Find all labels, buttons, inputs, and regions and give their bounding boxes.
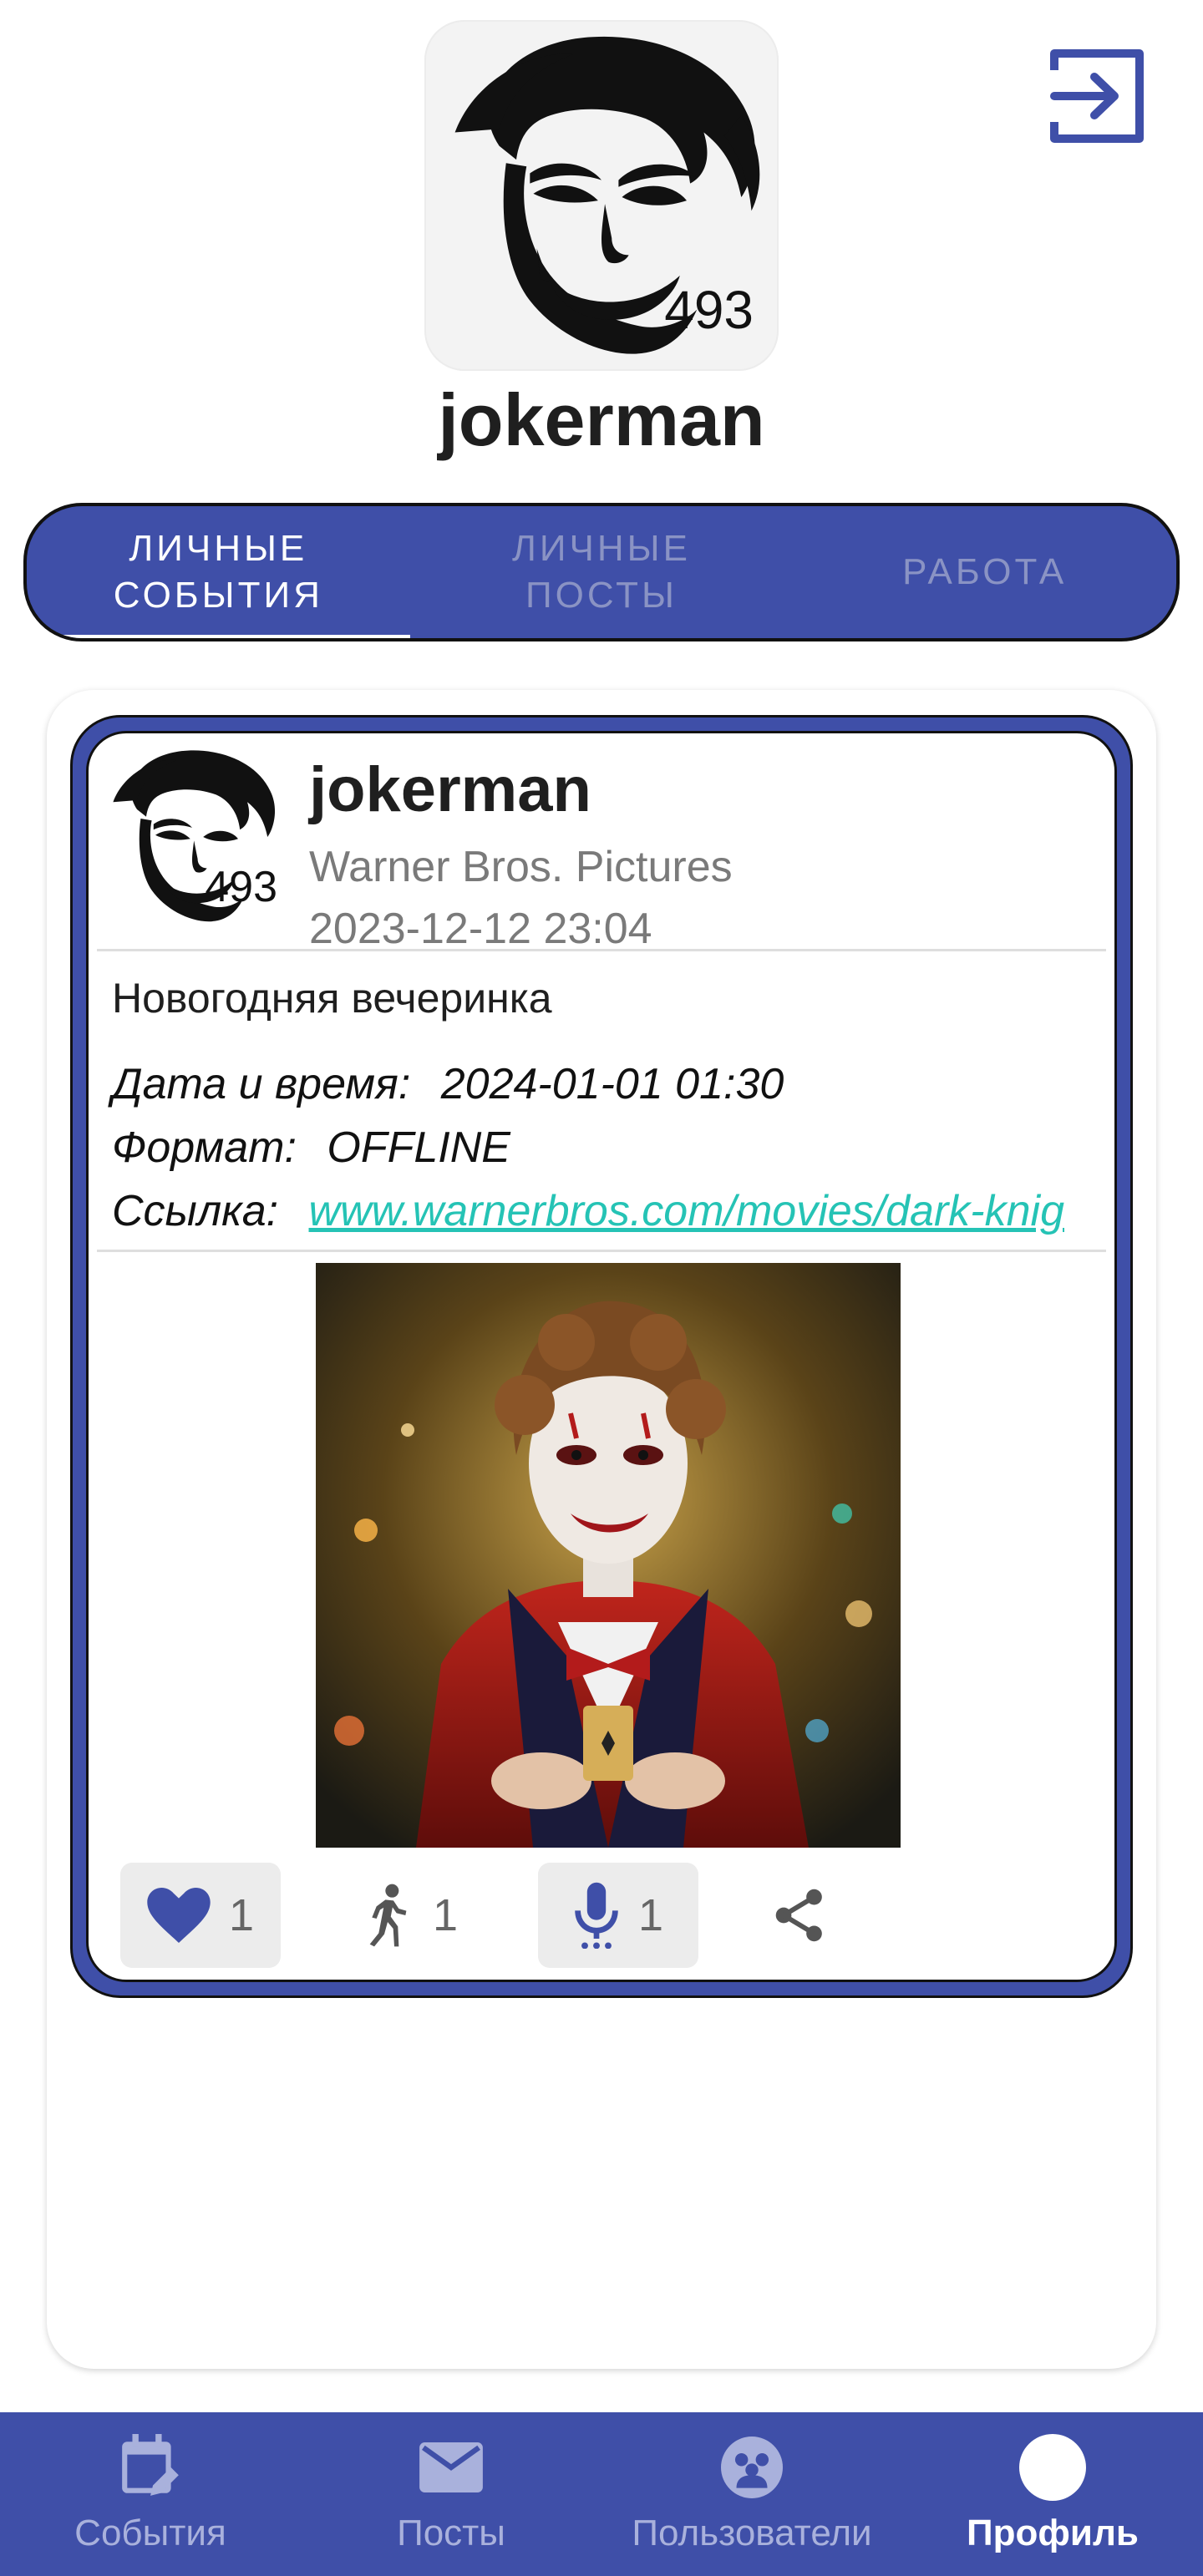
- event-datetime-value: 2024-01-01 01:30: [440, 1060, 784, 1108]
- event-author-avatar[interactable]: 493: [100, 745, 284, 929]
- event-link-row: Ссылка: www.warnerbros.com/movies/dark-k…: [112, 1186, 1064, 1236]
- avatar-badge: 493: [205, 863, 277, 911]
- nav-users[interactable]: Пользователи: [618, 2412, 886, 2576]
- logout-button[interactable]: [1043, 42, 1151, 150]
- event-image[interactable]: [316, 1263, 901, 1848]
- event-organization: Warner Bros. Pictures: [309, 843, 733, 891]
- logout-icon: [1050, 49, 1144, 143]
- speaker-button[interactable]: 1: [538, 1863, 698, 1968]
- participant-count: 1: [432, 1890, 459, 1940]
- nav-users-label: Пользователи: [632, 2513, 872, 2553]
- divider: [97, 949, 1106, 951]
- event-datetime-label: Дата и время:: [112, 1060, 411, 1108]
- profile-username: jokerman: [438, 378, 765, 461]
- event-actions: 1 1 1: [120, 1863, 1056, 1968]
- walking-person-icon: [369, 1884, 407, 1947]
- event-title: Новогодняя вечеринка: [112, 975, 552, 1022]
- speaker-count: 1: [637, 1890, 664, 1940]
- nav-posts[interactable]: Посты: [351, 2412, 551, 2576]
- tab-work[interactable]: РАБОТА: [793, 506, 1176, 638]
- event-posted-time: 2023-12-12 23:04: [309, 905, 652, 953]
- heart-icon: [147, 1888, 211, 1943]
- like-button[interactable]: 1: [120, 1863, 281, 1968]
- event-format-label: Формат:: [112, 1123, 297, 1172]
- microphone-icon: [575, 1882, 618, 1949]
- profile-avatar[interactable]: 493: [424, 20, 779, 371]
- event-link[interactable]: www.warnerbros.com/movies/dark-knig: [309, 1187, 1065, 1235]
- event-link-label: Ссылка:: [112, 1187, 279, 1235]
- profile-tabs: ЛИЧНЫЕ СОБЫТИЯ ЛИЧНЫЕ ПОСТЫ РАБОТА: [23, 503, 1180, 641]
- users-icon: [721, 2437, 783, 2498]
- calendar-edit-icon: [122, 2434, 179, 2496]
- event-format-row: Формат: OFFLINE: [112, 1123, 510, 1173]
- nav-profile[interactable]: Профиль: [952, 2412, 1153, 2576]
- event-datetime-row: Дата и время: 2024-01-01 01:30: [112, 1059, 784, 1109]
- nav-posts-label: Посты: [397, 2513, 505, 2553]
- event-card-body: 493 jokerman Warner Bros. Pictures 2023-…: [86, 731, 1117, 1982]
- nav-events[interactable]: События: [50, 2412, 251, 2576]
- nav-profile-label: Профиль: [967, 2513, 1139, 2553]
- event-card[interactable]: 493 jokerman Warner Bros. Pictures 2023-…: [70, 715, 1133, 1998]
- share-icon: [775, 1889, 822, 1942]
- divider: [97, 1250, 1106, 1252]
- event-format-value: OFFLINE: [327, 1123, 510, 1172]
- event-author-name[interactable]: jokerman: [309, 753, 591, 826]
- tab-personal-events[interactable]: ЛИЧНЫЕ СОБЫТИЯ: [27, 506, 410, 638]
- profile-icon: [1019, 2434, 1086, 2501]
- nav-events-label: События: [74, 2513, 226, 2553]
- share-button[interactable]: [747, 1863, 852, 1968]
- like-count: 1: [228, 1890, 255, 1940]
- bottom-navigation: События Посты Пользователи Профиль: [0, 2412, 1203, 2576]
- participate-button[interactable]: 1: [329, 1863, 490, 1968]
- tab-personal-posts[interactable]: ЛИЧНЫЕ ПОСТЫ: [410, 506, 794, 638]
- avatar-badge: 493: [664, 280, 754, 340]
- mail-icon: [419, 2442, 483, 2492]
